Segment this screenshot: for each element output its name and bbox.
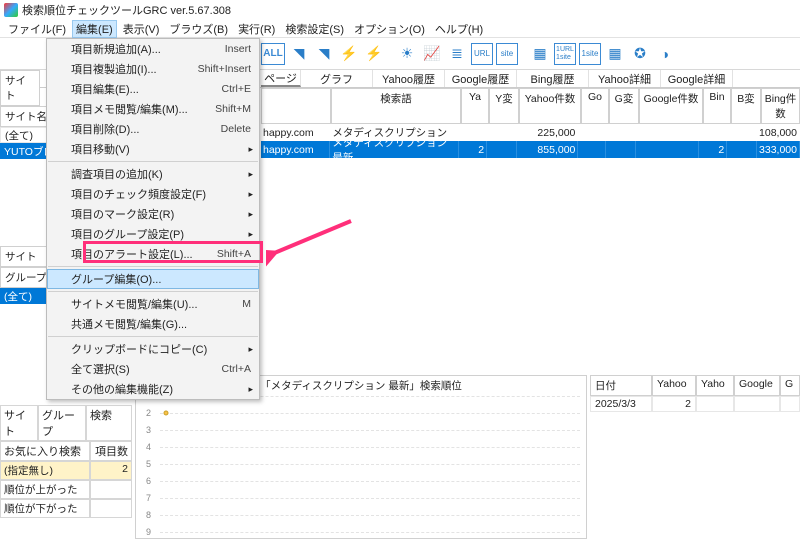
menuitem-move[interactable]: 項目移動(V) (47, 139, 259, 159)
menu-divider (48, 336, 258, 337)
col-yahoo2[interactable]: Yaho (696, 375, 734, 396)
site-list-tab[interactable]: サイト (0, 70, 40, 106)
edit-menu-dropdown: 項目新規追加(A)...Insert 項目複製追加(I)...Shift+Ins… (46, 38, 260, 400)
menu-edit[interactable]: 編集(E) (72, 20, 117, 38)
menu-option[interactable]: オプション(O) (350, 20, 429, 38)
menuitem-group-edit[interactable]: グループ編集(O)... (47, 269, 259, 289)
menuitem-common-memo[interactable]: 共通メモ閲覧/編集(G)... (47, 314, 259, 334)
col-keyword[interactable]: 検索語 (331, 88, 461, 124)
tab-page[interactable]: ページ (261, 70, 301, 87)
wifi-k-icon[interactable]: ◥ (313, 43, 335, 65)
toolbar-all-icon[interactable]: ALL (261, 43, 285, 65)
col-bv[interactable]: B変 (731, 88, 761, 124)
group-icon[interactable]: ◑ (654, 43, 676, 65)
tab-google-history[interactable]: Google履歴 (445, 70, 517, 87)
menuitem-add-survey[interactable]: 調査項目の追加(K) (47, 164, 259, 184)
menuitem-edit[interactable]: 項目編集(E)...Ctrl+E (47, 79, 259, 99)
menu-divider (48, 161, 258, 162)
app-icon (4, 3, 18, 17)
col-bc[interactable]: Bing件数 (761, 88, 800, 124)
menu-view[interactable]: 表示(V) (119, 20, 164, 38)
menu-divider (48, 266, 258, 267)
menuitem-duplicate[interactable]: 項目複製追加(I)...Shift+Insert (47, 59, 259, 79)
menu-browse[interactable]: ブラウズ(B) (165, 20, 232, 38)
chart-data-point (164, 411, 169, 416)
menu-help[interactable]: ヘルプ(H) (431, 20, 487, 38)
col-yc[interactable]: Yahoo件数 (519, 88, 581, 124)
col-google[interactable]: Google (734, 375, 780, 396)
list-item[interactable]: (指定無し) 2 (0, 461, 132, 480)
date-grid-icon[interactable]: ▦ (604, 43, 626, 65)
upload-icon[interactable]: 📈 (421, 43, 443, 65)
menu-file[interactable]: ファイル(F) (4, 20, 70, 38)
menu-divider (48, 291, 258, 292)
menu-run[interactable]: 実行(R) (234, 20, 279, 38)
menuitem-sitememo[interactable]: サイトメモ閲覧/編集(U)...M (47, 294, 259, 314)
col-go[interactable]: Go (581, 88, 609, 124)
col-g[interactable]: G (780, 375, 800, 396)
tab-yahoo-detail[interactable]: Yahoo詳細 (589, 70, 661, 87)
menuitem-group-setting[interactable]: 項目のグループ設定(P) (47, 224, 259, 244)
col-gv[interactable]: G変 (609, 88, 639, 124)
menubar: ファイル(F) 編集(E) 表示(V) ブラウズ(B) 実行(R) 検索設定(S… (0, 20, 800, 38)
tab-site[interactable]: サイト (0, 405, 38, 441)
col-item-count[interactable]: 項目数 (90, 441, 132, 461)
menuitem-select-all[interactable]: 全て選択(S)Ctrl+A (47, 359, 259, 379)
tab-graph[interactable]: グラフ (301, 70, 373, 87)
flash-repeat-icon[interactable]: ⚡ (363, 43, 385, 65)
menuitem-add-new[interactable]: 項目新規追加(A)...Insert (47, 39, 259, 59)
tab-bing-history[interactable]: Bing履歴 (517, 70, 589, 87)
list-item[interactable]: 順位が上がった (0, 480, 132, 499)
col-yv[interactable]: Y変 (489, 88, 519, 124)
menuitem-other-edit[interactable]: その他の編集機能(Z) (47, 379, 259, 399)
tab-yahoo-history[interactable]: Yahoo履歴 (373, 70, 445, 87)
menuitem-memo[interactable]: 項目メモ閲覧/編集(M)...Shift+M (47, 99, 259, 119)
menuitem-clipboard[interactable]: クリップボードにコピー(C) (47, 339, 259, 359)
url-box-icon[interactable]: URL (471, 43, 493, 65)
favorite-search-pane: サイト グループ 検索 お気に入り検索 項目数 (指定無し) 2 順位が上がった… (0, 405, 132, 518)
app-title: 検索順位チェックツールGRC ver.5.67.308 (22, 2, 231, 18)
magnify-icon[interactable]: ✪ (629, 43, 651, 65)
history-table: 日付 Yahoo Yaho Google G 2025/3/3 2 (590, 375, 800, 412)
col-bi[interactable]: Bin (703, 88, 731, 124)
calendar-icon[interactable]: ☀ (396, 43, 418, 65)
main-data-table: 検索語 Ya Y変 Yahoo件数 Go G変 Google件数 Bin B変 … (261, 88, 800, 158)
table-row[interactable]: happy.com メタディスクリプション 最新 2 855,000 2 333… (261, 141, 800, 158)
tab-group[interactable]: グループ (38, 405, 86, 441)
menuitem-delete[interactable]: 項目削除(D)...Delete (47, 119, 259, 139)
tab-google-detail[interactable]: Google詳細 (661, 70, 733, 87)
menu-search-settings[interactable]: 検索設定(S) (281, 20, 348, 38)
url1-box-icon[interactable]: 1URL1site (554, 43, 576, 65)
grid-icon[interactable]: ▦ (529, 43, 551, 65)
menuitem-mark[interactable]: 項目のマーク設定(R) (47, 204, 259, 224)
col-fav-search[interactable]: お気に入り検索 (0, 441, 90, 461)
lines-icon[interactable]: ≣ (446, 43, 468, 65)
table-header-row: 検索語 Ya Y変 Yahoo件数 Go G変 Google件数 Bin B変 … (261, 88, 800, 124)
site1-box-icon[interactable]: 1site (579, 43, 601, 65)
wifi-icon[interactable]: ◥ (288, 43, 310, 65)
col-ya[interactable]: Ya (461, 88, 489, 124)
flash-icon[interactable]: ⚡ (338, 43, 360, 65)
tab-search[interactable]: 検索 (86, 405, 132, 441)
table-row[interactable]: 2025/3/3 2 (590, 396, 800, 412)
menuitem-alert[interactable]: 項目のアラート設定(L)...Shift+A (47, 244, 259, 264)
annotation-arrow-icon (266, 218, 356, 268)
col-yahoo[interactable]: Yahoo (652, 375, 696, 396)
site-box-icon[interactable]: site (496, 43, 518, 65)
list-item[interactable]: 順位が下がった (0, 499, 132, 518)
col-date[interactable]: 日付 (590, 375, 652, 396)
menuitem-check-freq[interactable]: 項目のチェック頻度設定(F) (47, 184, 259, 204)
col-gc[interactable]: Google件数 (639, 88, 703, 124)
